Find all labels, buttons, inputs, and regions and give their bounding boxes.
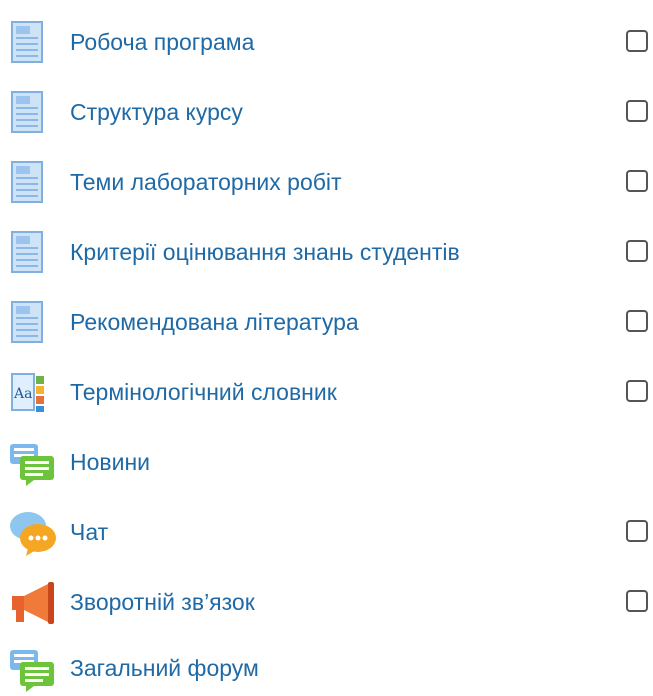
- completion-checkbox[interactable]: [626, 520, 648, 542]
- activity-link[interactable]: Рекомендована література: [70, 308, 359, 336]
- activity-item-terminolohichnyi-slovnyk: Aa Термінологічний словник: [0, 364, 653, 420]
- completion-checkbox[interactable]: [626, 310, 648, 332]
- glossary-icon[interactable]: Aa: [8, 370, 64, 418]
- completion-checkbox[interactable]: [626, 30, 648, 52]
- activity-link[interactable]: Критерії оцінювання знань студентів: [70, 238, 460, 266]
- feedback-megaphone-icon[interactable]: [8, 580, 64, 628]
- activity-link[interactable]: Теми лабораторних робіт: [70, 168, 342, 196]
- activity-link[interactable]: Чат: [70, 518, 108, 546]
- activity-item-kryterii-otsinyuvannya: Критерії оцінювання знань студентів: [0, 224, 653, 280]
- forum-icon[interactable]: [8, 440, 64, 488]
- activity-item-rekomendovana-literatura: Рекомендована література: [0, 294, 653, 350]
- completion-checkbox[interactable]: [626, 100, 648, 122]
- activity-link[interactable]: Новини: [70, 448, 150, 476]
- course-activity-list: Робоча програма Структура курсу Теми лаб…: [0, 0, 653, 693]
- svg-text:Aa: Aa: [13, 386, 32, 402]
- completion-checkbox[interactable]: [626, 170, 648, 192]
- activity-item-zvorotnii-zviazok: Зворотній зв’язок: [0, 574, 653, 630]
- activity-item-robocha-prohrama: Робоча програма: [0, 14, 653, 70]
- completion-checkbox[interactable]: [626, 590, 648, 612]
- forum-icon[interactable]: [8, 646, 64, 694]
- page-icon[interactable]: [8, 90, 64, 138]
- activity-link[interactable]: Загальний форум: [70, 654, 259, 682]
- page-icon[interactable]: [8, 230, 64, 278]
- page-icon[interactable]: [8, 160, 64, 208]
- activity-link[interactable]: Зворотній зв’язок: [70, 588, 255, 616]
- page-icon[interactable]: [8, 300, 64, 348]
- activity-item-novyny: Новини: [0, 434, 653, 490]
- activity-item-temy-laboratornykh-robit: Теми лабораторних робіт: [0, 154, 653, 210]
- completion-checkbox[interactable]: [626, 240, 648, 262]
- completion-checkbox[interactable]: [626, 380, 648, 402]
- activity-link[interactable]: Термінологічний словник: [70, 378, 337, 406]
- activity-item-struktura-kursu: Структура курсу: [0, 84, 653, 140]
- activity-item-chat: Чат: [0, 504, 653, 560]
- chat-icon[interactable]: [8, 510, 64, 558]
- page-icon[interactable]: [8, 20, 64, 68]
- activity-item-zahalnyi-forum: Загальний форум: [0, 640, 653, 696]
- activity-link[interactable]: Структура курсу: [70, 98, 243, 126]
- activity-link[interactable]: Робоча програма: [70, 28, 254, 56]
